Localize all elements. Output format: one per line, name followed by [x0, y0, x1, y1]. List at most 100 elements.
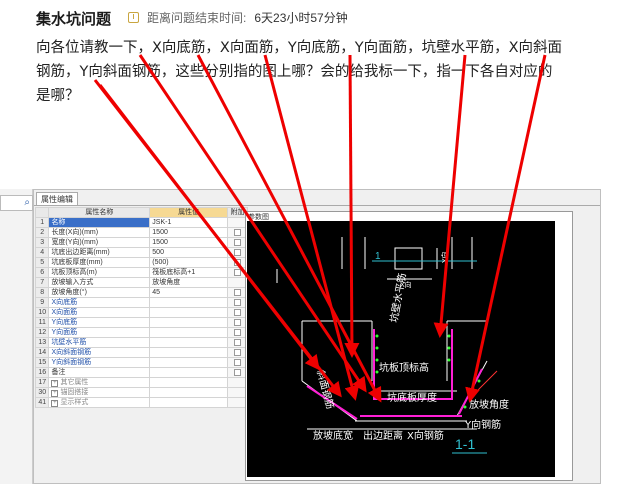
row-number: 7 — [34, 277, 50, 288]
table-row[interactable]: 3 宽度(Y向)(mm) 1500 — [34, 237, 248, 248]
property-value[interactable] — [149, 367, 229, 378]
extra-checkbox[interactable] — [234, 228, 241, 236]
table-row[interactable]: 8 放坡角度(°) 45 — [34, 287, 248, 298]
row-number: 5 — [34, 257, 50, 268]
label-bottom-thk: 坑底板厚度 — [387, 391, 437, 404]
expand-icon[interactable]: + — [51, 390, 59, 397]
group-label: 其它属性 — [60, 379, 89, 386]
table-row[interactable]: 11 Y向底筋 — [34, 317, 248, 328]
table-row[interactable]: 13 坑壁水平筋 — [34, 337, 248, 348]
extra-checkbox[interactable] — [234, 328, 241, 336]
extra-checkbox[interactable] — [234, 318, 241, 326]
row-number: 30 — [34, 387, 50, 398]
property-name[interactable]: 坑底板厚度(mm) — [48, 257, 151, 268]
property-name[interactable]: X向斜面钢筋 — [48, 347, 151, 358]
property-name[interactable]: + 其它属性 — [48, 377, 151, 388]
label-top-elev: 坑板顶标高 — [379, 361, 429, 374]
row-number: 3 — [34, 237, 50, 248]
property-value[interactable]: JSK-1 — [149, 217, 229, 228]
property-name[interactable]: 坑壁水平筋 — [48, 337, 151, 348]
table-row[interactable]: 5 坑底板厚度(mm) (500) — [34, 257, 248, 268]
property-value[interactable]: 放坡角度 — [149, 277, 229, 288]
property-value[interactable]: 1500 — [149, 227, 229, 238]
table-row[interactable]: 10 X向面筋 — [34, 307, 248, 318]
property-value[interactable]: (500) — [149, 257, 229, 268]
property-name[interactable]: + 锚固搭接 — [48, 387, 151, 398]
property-name[interactable]: 长度(X向)(mm) — [48, 227, 151, 238]
clock-icon — [128, 12, 139, 23]
table-row[interactable]: 16 备注 — [34, 367, 248, 378]
property-value[interactable] — [149, 347, 229, 358]
property-name[interactable]: 备注 — [48, 367, 151, 378]
property-value[interactable] — [149, 357, 229, 368]
property-value[interactable] — [149, 297, 229, 308]
property-name[interactable]: Y向面筋 — [48, 327, 151, 338]
row-number: 8 — [34, 287, 50, 298]
extra-checkbox[interactable] — [234, 358, 241, 366]
expand-icon[interactable]: + — [51, 380, 59, 387]
row-number: 16 — [34, 367, 50, 378]
property-name[interactable]: Y向底筋 — [48, 317, 151, 328]
property-name[interactable]: Y向斜面钢筋 — [48, 357, 151, 368]
property-name[interactable]: 放坡输入方式 — [48, 277, 151, 288]
table-row[interactable]: 15 Y向斜面钢筋 — [34, 357, 248, 368]
property-value[interactable] — [149, 377, 229, 388]
label-section: 1-1 — [455, 436, 475, 452]
extra-checkbox[interactable] — [234, 298, 241, 306]
extra-checkbox[interactable] — [234, 268, 241, 276]
table-row[interactable]: 41 + 显示样式 — [34, 397, 248, 408]
row-number: 4 — [34, 247, 50, 258]
search-icon[interactable]: ⌕ — [24, 197, 30, 208]
property-value[interactable] — [149, 387, 229, 398]
table-row[interactable]: 17 + 其它属性 — [34, 377, 248, 388]
extra-checkbox[interactable] — [234, 348, 241, 356]
property-value[interactable] — [149, 327, 229, 338]
property-value[interactable] — [149, 397, 229, 408]
table-row[interactable]: 2 长度(X向)(mm) 1500 — [34, 227, 248, 238]
property-name[interactable]: 放坡角度(°) — [48, 287, 151, 298]
extra-checkbox[interactable] — [234, 258, 241, 266]
label-wall-rebar: 坑壁水平筋 — [387, 272, 408, 323]
table-row[interactable]: 6 坑板顶标高(m) 筏板底标高+1 — [34, 267, 248, 278]
timer-value: 6天23小时57分钟 — [254, 11, 348, 25]
question-body: 向各位请教一下，X向底筋，X向面筋，Y向底筋，Y向面筋，坑壁水平筋，X向斜面 钢… — [36, 36, 596, 108]
timer: 距离问题结束时间: 6天23小时57分钟 — [128, 9, 348, 26]
property-value[interactable]: 1500 — [149, 237, 229, 248]
row-number: 2 — [34, 227, 50, 238]
rebar-dot — [463, 405, 467, 409]
table-row[interactable]: 1 名称 JSK-1 — [34, 217, 248, 228]
extra-checkbox[interactable] — [234, 238, 241, 246]
rebar-dot — [375, 358, 379, 362]
table-row[interactable]: 9 X向底筋 — [34, 297, 248, 308]
property-value[interactable]: 45 — [149, 287, 229, 298]
table-row[interactable]: 30 + 锚固搭接 — [34, 387, 248, 398]
property-name[interactable]: X向底筋 — [48, 297, 151, 308]
table-row[interactable]: 14 X向斜面钢筋 — [34, 347, 248, 358]
property-value[interactable]: 500 — [149, 247, 229, 258]
extra-checkbox[interactable] — [234, 368, 241, 376]
property-name[interactable]: 坑底出边距离(mm) — [48, 247, 151, 258]
property-name[interactable]: 名称 — [48, 217, 151, 228]
property-value[interactable]: 筏板底标高+1 — [149, 267, 229, 278]
property-value[interactable] — [149, 317, 229, 328]
expand-icon[interactable]: + — [51, 400, 59, 407]
search-box[interactable]: ⌕ — [0, 195, 33, 211]
row-number: 10 — [34, 307, 50, 318]
extra-checkbox[interactable] — [234, 338, 241, 346]
extra-checkbox[interactable] — [234, 288, 241, 296]
property-name[interactable]: 坑板顶标高(m) — [48, 267, 151, 278]
extra-checkbox[interactable] — [234, 248, 241, 256]
table-row[interactable]: 4 坑底出边距离(mm) 500 — [34, 247, 248, 258]
property-name[interactable]: X向面筋 — [48, 307, 151, 318]
label-slope-width: 放坡底宽 — [313, 429, 353, 442]
property-name[interactable]: + 显示样式 — [48, 397, 151, 408]
question-line: 钢筋，Y向斜面钢筋，这些分别指的图上哪？会的给我标一下，指一下各自对应的 — [36, 64, 553, 80]
question-line: 是哪？ — [36, 88, 80, 104]
extra-checkbox[interactable] — [234, 308, 241, 316]
table-row[interactable]: 12 Y向面筋 — [34, 327, 248, 338]
tab-property-edit[interactable]: 属性编辑 — [36, 192, 78, 206]
property-value[interactable] — [149, 307, 229, 318]
property-value[interactable] — [149, 337, 229, 348]
table-row[interactable]: 7 放坡输入方式 放坡角度 — [34, 277, 248, 288]
property-name[interactable]: 宽度(Y向)(mm) — [48, 237, 151, 248]
